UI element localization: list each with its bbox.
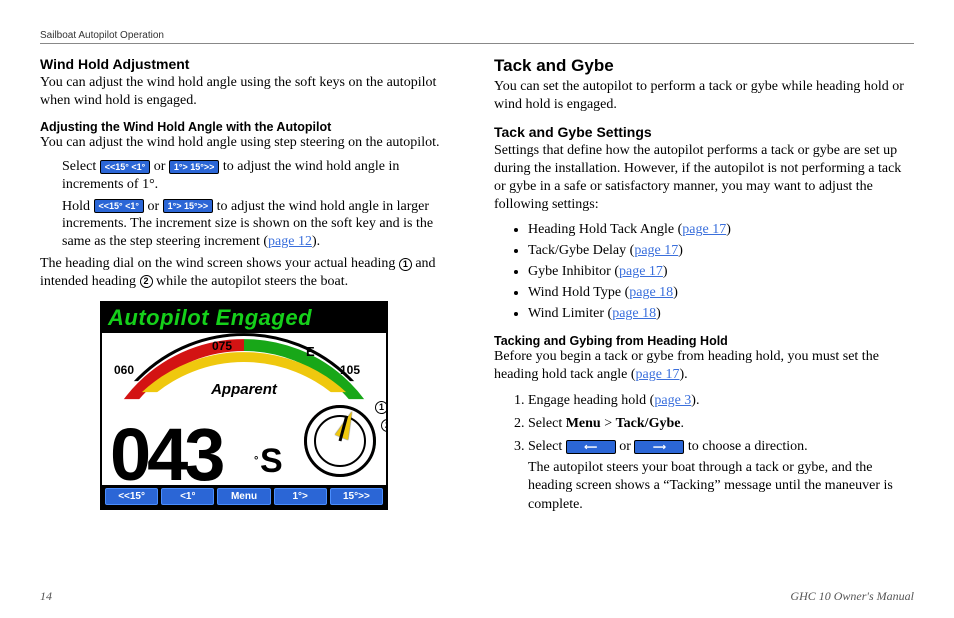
para-hold-increments: Hold <<15° <1° or 1°> 15°>> to adjust th… (62, 198, 460, 252)
dial-tick-e: E (306, 344, 315, 359)
menu-path-menu: Menu (566, 416, 601, 431)
softkey-right-1-15[interactable]: 1°> 15°>> (169, 160, 219, 174)
steps-list: Engage heading hold (page 3). Select Men… (494, 390, 914, 514)
running-head: Sailboat Autopilot Operation (40, 30, 914, 44)
link-page-18[interactable]: page 18 (612, 306, 656, 321)
menu-path-tack-gybe: Tack/Gybe (616, 416, 681, 431)
dial-tick-105: 105 (340, 363, 360, 377)
para-heading-dial: The heading dial on the wind screen show… (40, 255, 460, 291)
softkey-direction-right[interactable]: ⟶ (634, 440, 684, 454)
list-item: Heading Hold Tack Angle (page 17) (528, 219, 914, 240)
list-item: Gybe Inhibitor (page 17) (528, 261, 914, 282)
callout-2-icon: 2 (140, 275, 153, 288)
autopilot-softkey-bar: <<15° <1° Menu 1°> 15°>> (102, 485, 386, 508)
softkey-direction-left[interactable]: ⟵ (566, 440, 616, 454)
para-before-tack: Before you begin a tack or gybe from hea… (494, 348, 914, 384)
heading-wind-hold-adjustment: Wind Hold Adjustment (40, 56, 460, 72)
left-column: Wind Hold Adjustment You can adjust the … (40, 52, 460, 520)
callout-1-icon: 1 (399, 258, 412, 271)
list-item: Wind Limiter (page 18) (528, 303, 914, 324)
softkey-step-right-15[interactable]: 15°>> (330, 488, 383, 505)
page-number: 14 (40, 589, 52, 604)
manual-title: GHC 10 Owner's Manual (790, 589, 914, 604)
softkey-left-15-1[interactable]: <<15° <1° (94, 199, 144, 213)
autopilot-banner: Autopilot Engaged (102, 303, 386, 333)
softkey-left-15-1[interactable]: <<15° <1° (100, 160, 150, 174)
list-item: Wind Hold Type (page 18) (528, 282, 914, 303)
heading-dial: 1 2 (304, 405, 376, 477)
softkey-step-left-15[interactable]: <<15° (105, 488, 158, 505)
wind-side-suffix: S (260, 442, 283, 481)
apparent-label: Apparent (211, 381, 277, 398)
link-page-18[interactable]: page 18 (629, 285, 673, 300)
link-page-17[interactable]: page 17 (634, 243, 678, 258)
heading-tack-and-gybe: Tack and Gybe (494, 56, 914, 76)
para-tack-gybe-settings: Settings that define how the autopilot p… (494, 142, 914, 214)
heading-tack-from-heading-hold: Tacking and Gybing from Heading Hold (494, 334, 914, 348)
para-select-increments: Select <<15° <1° or 1°> 15°>> to adjust … (62, 158, 460, 194)
list-item: Select Menu > Tack/Gybe. (528, 413, 914, 434)
link-page-3[interactable]: page 3 (654, 393, 691, 408)
wind-angle-value: 043 (110, 412, 221, 485)
callout-2-icon: 2 (381, 419, 386, 432)
link-page-12[interactable]: page 12 (268, 234, 312, 249)
heading-adjust-angle: Adjusting the Wind Hold Angle with the A… (40, 120, 460, 134)
autopilot-screenshot: Autopilot Engaged 060 075 E 105 Apparent… (100, 301, 388, 510)
softkey-step-right-1[interactable]: 1°> (274, 488, 327, 505)
link-page-17[interactable]: page 17 (619, 264, 663, 279)
right-column: Tack and Gybe You can set the autopilot … (494, 52, 914, 520)
para-tack-intro: You can set the autopilot to perform a t… (494, 78, 914, 114)
list-item: Tack/Gybe Delay (page 17) (528, 240, 914, 261)
softkey-right-1-15[interactable]: 1°> 15°>> (163, 199, 213, 213)
callout-1-icon: 1 (375, 401, 386, 414)
softkey-menu[interactable]: Menu (217, 488, 270, 505)
para-step-steering: You can adjust the wind hold angle using… (40, 134, 460, 152)
dial-tick-060: 060 (114, 363, 134, 377)
dial-tick-075: 075 (212, 339, 232, 353)
link-page-17[interactable]: page 17 (682, 222, 726, 237)
para-autopilot-steers: The autopilot steers your boat through a… (528, 459, 914, 514)
softkey-step-left-1[interactable]: <1° (161, 488, 214, 505)
settings-bullet-list: Heading Hold Tack Angle (page 17) Tack/G… (494, 219, 914, 324)
link-page-17[interactable]: page 17 (636, 367, 680, 382)
heading-tack-gybe-settings: Tack and Gybe Settings (494, 124, 914, 140)
para-wind-hold-intro: You can adjust the wind hold angle using… (40, 74, 460, 110)
list-item: Select ⟵ or ⟶ to choose a direction. The… (528, 436, 914, 514)
degree-symbol: ° (254, 455, 258, 467)
list-item: Engage heading hold (page 3). (528, 390, 914, 411)
